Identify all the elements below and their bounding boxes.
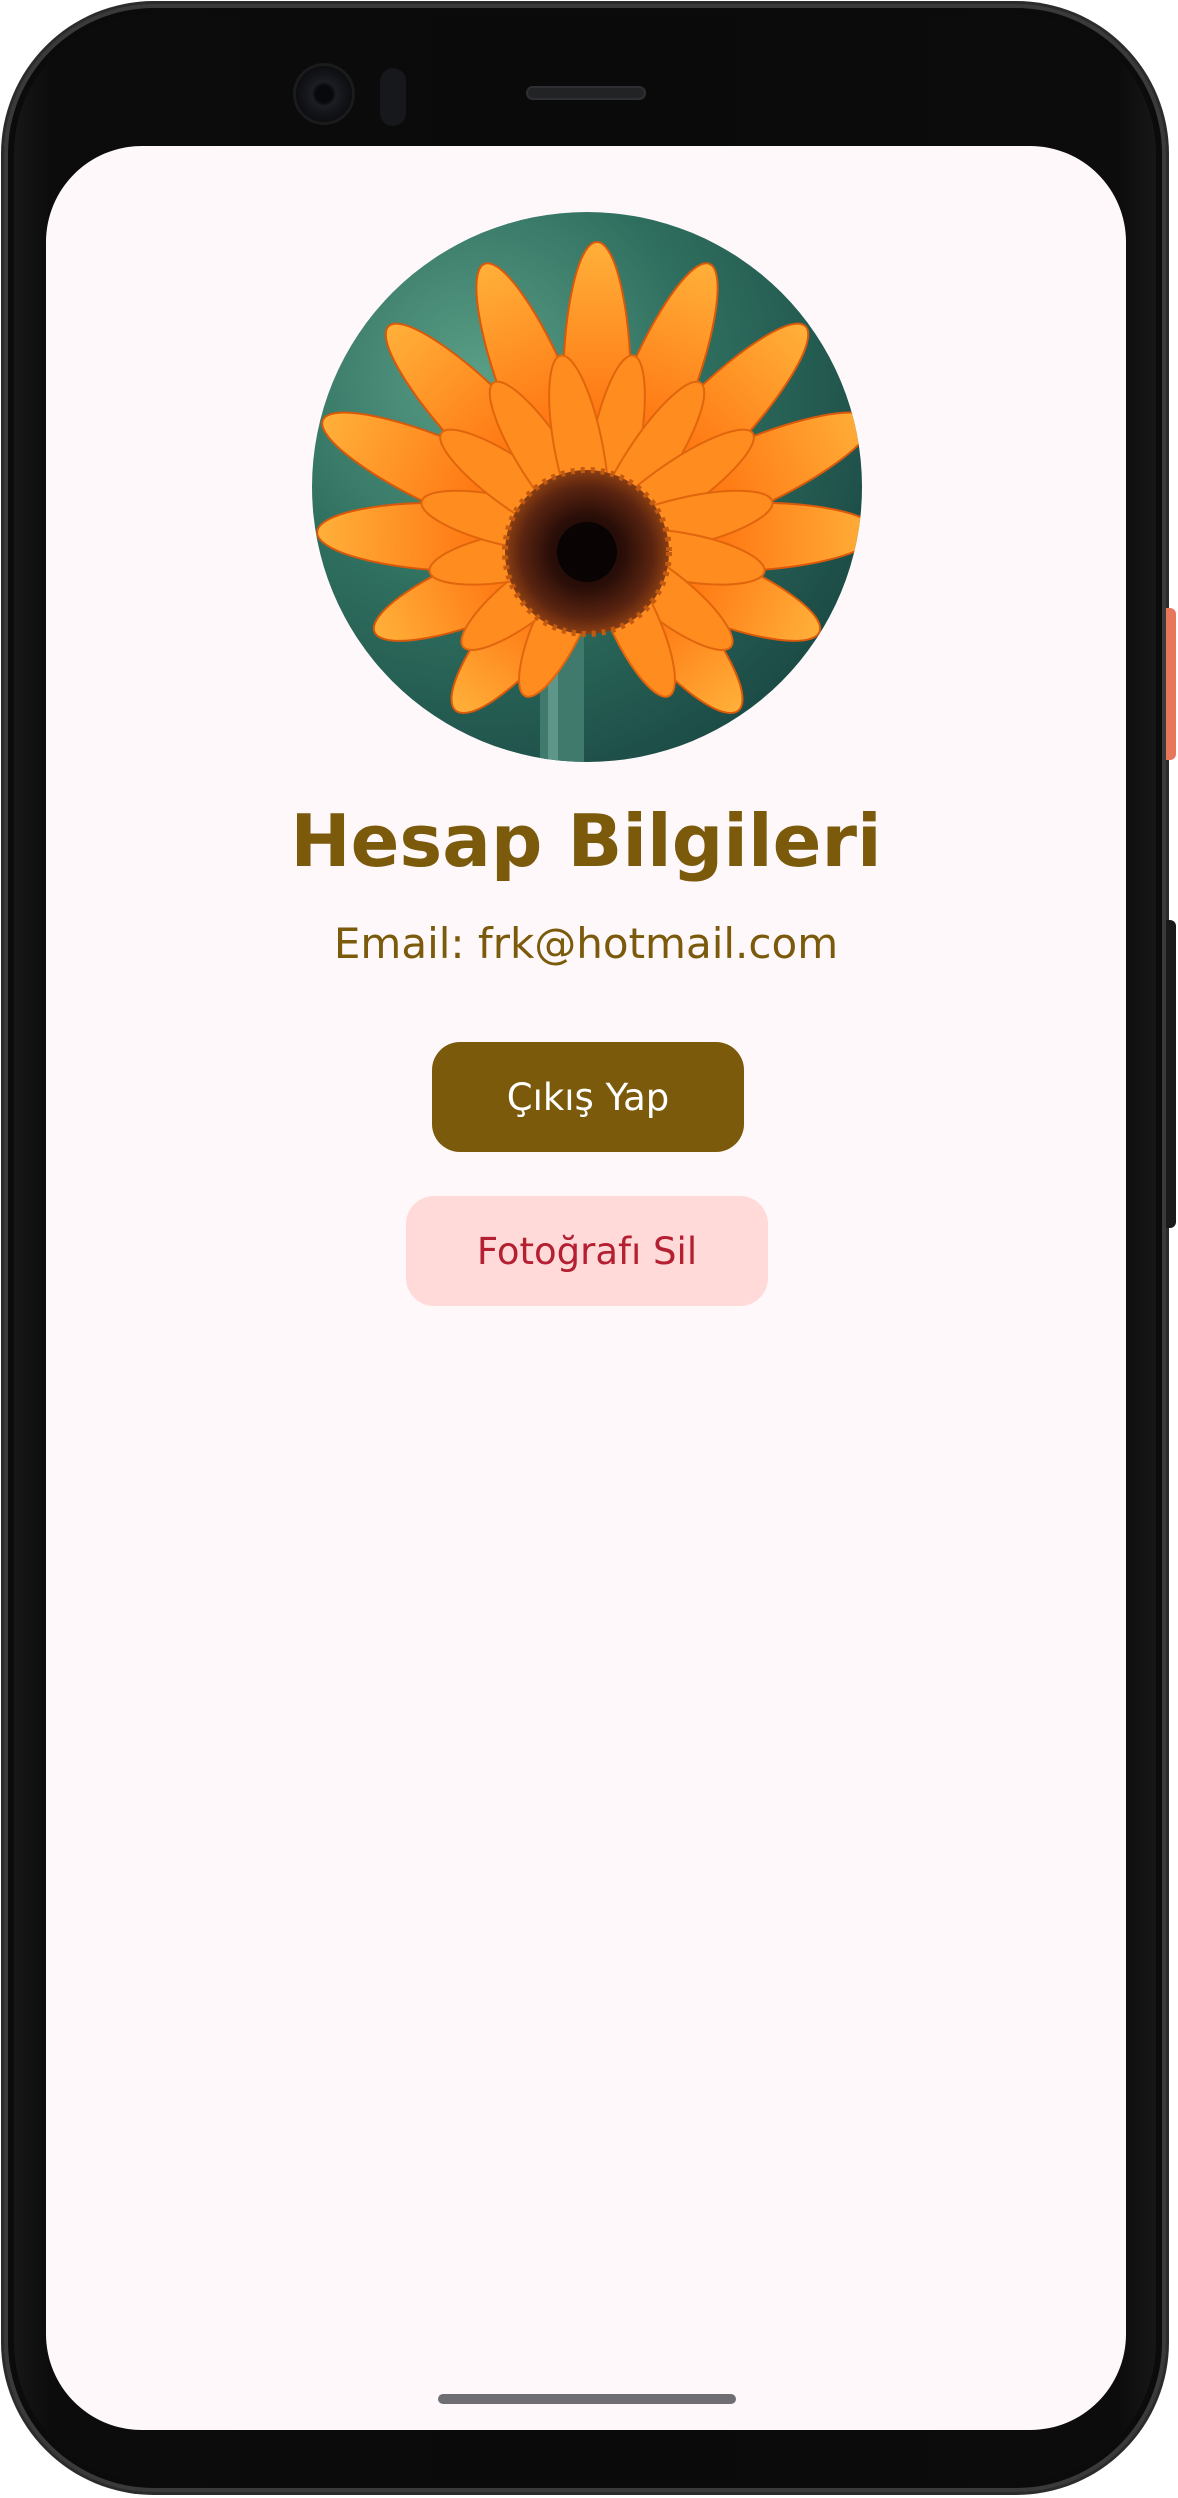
profile-avatar[interactable] (312, 212, 862, 762)
home-indicator[interactable] (438, 2394, 736, 2404)
front-camera-icon (296, 66, 352, 122)
flower-image (312, 212, 862, 762)
delete-photo-button[interactable]: Fotoğrafı Sil (406, 1196, 768, 1306)
page-title: Hesap Bilgileri (290, 799, 882, 883)
email-text: Email: frk@hotmail.com (333, 919, 839, 968)
power-button (1166, 608, 1176, 760)
camera-lens (312, 82, 336, 106)
logout-button[interactable]: Çıkış Yap (432, 1042, 744, 1152)
proximity-sensor (380, 68, 406, 126)
volume-button (1166, 920, 1176, 1228)
earpiece-speaker (526, 86, 646, 100)
app-screen: Hesap Bilgileri Email: frk@hotmail.com Ç… (46, 146, 1126, 2430)
